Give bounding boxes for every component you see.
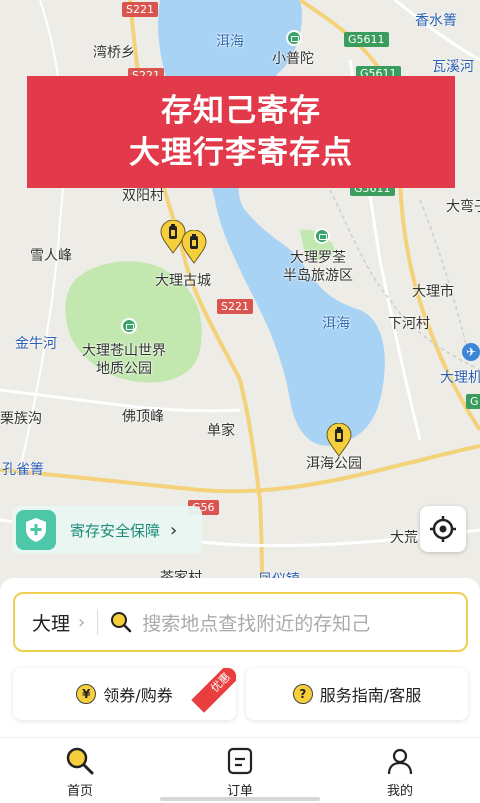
service-guide-label: 服务指南/客服 — [319, 686, 422, 705]
map-label-cangshan: 大理苍山世界 地质公园 — [82, 343, 166, 377]
tab-bar: 首页 订单 我的 — [0, 737, 480, 803]
tab-orders[interactable]: 订单 — [160, 738, 320, 803]
map-label-erhai-lake: 洱海 — [322, 316, 350, 332]
search-input[interactable]: 搜索地点查找附近的存知己 — [142, 609, 370, 636]
map-label-erhai-park: 洱海公园 — [306, 456, 362, 472]
search-icon — [66, 747, 94, 775]
map-label-shuangyangcun: 双阳村 — [122, 188, 164, 204]
chevron-right-icon: › — [78, 611, 86, 633]
map-label-xiangshuiqing: 香水箐 — [415, 13, 457, 29]
profile-icon — [387, 748, 413, 775]
map-label-xiahecun: 下河村 — [388, 316, 430, 332]
bottom-panel: 大理 › 搜索地点查找附近的存知己 ¥ 领券/购券 优惠 ? 服务指南/客服 — [0, 578, 480, 738]
poi-icon — [286, 30, 302, 46]
map-label-lisuzugou: 栗族沟 — [0, 411, 42, 427]
road-badge-s221: S221 — [122, 2, 158, 17]
coupon-button[interactable]: ¥ 领券/购券 优惠 — [13, 668, 236, 720]
map-label-erhai: 洱海 — [216, 34, 244, 50]
map-label-danjia: 单家 — [207, 423, 235, 439]
yen-icon: ¥ — [76, 684, 97, 704]
search-bar[interactable]: 大理 › 搜索地点查找附近的存知己 — [13, 592, 468, 652]
chevron-right-icon: › — [170, 519, 178, 541]
map-label-foding: 佛顶峰 — [122, 409, 164, 425]
banner-title: 存知己寄存 — [161, 93, 321, 129]
road-badge-g5611: G — [466, 394, 480, 409]
map-label-xuerenfeng: 雪人峰 — [30, 248, 72, 264]
home-indicator — [160, 797, 320, 801]
tab-profile-label: 我的 — [386, 784, 413, 799]
shield-plus-icon — [16, 510, 56, 550]
banner-subtitle: 大理行李寄存点 — [129, 135, 353, 171]
discount-ribbon: 优惠 — [191, 668, 236, 713]
order-icon — [227, 747, 253, 775]
airport-icon: ✈ — [462, 343, 480, 361]
city-selector[interactable]: 大理 — [32, 609, 70, 636]
help-icon: ? — [292, 684, 313, 704]
locate-button[interactable] — [420, 506, 466, 552]
map-label-dahuang: 大荒 — [390, 530, 418, 546]
map-label-jinniuhe: 金牛河 — [15, 336, 57, 352]
coupon-label: 领券/购券 — [103, 686, 173, 705]
divider — [97, 609, 99, 635]
map-label-dali-shi: 大理市 — [412, 284, 454, 300]
safety-label: 寄存安全保障 — [70, 521, 161, 540]
search-icon — [111, 612, 132, 633]
tab-home[interactable]: 首页 — [0, 738, 160, 803]
service-guide-button[interactable]: ? 服务指南/客服 — [246, 668, 468, 720]
tab-profile[interactable]: 我的 — [320, 738, 480, 803]
storage-pin-icon[interactable] — [181, 230, 207, 264]
poi-icon — [314, 228, 330, 244]
map-label-waxikou: 瓦溪河 — [432, 59, 474, 75]
poi-icon — [121, 318, 137, 334]
map-label-dali-airport: 大理机 — [440, 370, 480, 386]
safety-guarantee-button[interactable]: 寄存安全保障 › — [12, 506, 202, 554]
tab-home-label: 首页 — [66, 784, 93, 799]
map-label-luoquan: 大理罗荃 半岛旅游区 — [283, 250, 353, 284]
road-badge-g5611: G5611 — [344, 32, 389, 47]
map-label-xiaoputuo: 小普陀 — [272, 51, 314, 67]
crosshair-icon — [430, 516, 456, 542]
map-label-dali-gucheng: 大理古城 — [155, 273, 211, 289]
map-label-kongquegou: 孔雀箐 — [2, 462, 44, 478]
road-badge-s221: S221 — [217, 299, 253, 314]
map-label-wanqiaoxiang: 湾桥乡 — [93, 45, 135, 61]
storage-pin-icon[interactable] — [326, 423, 352, 457]
promo-banner: 存知己寄存 大理行李寄存点 — [27, 76, 455, 188]
map-label-dawan: 大弯子 — [446, 199, 480, 215]
